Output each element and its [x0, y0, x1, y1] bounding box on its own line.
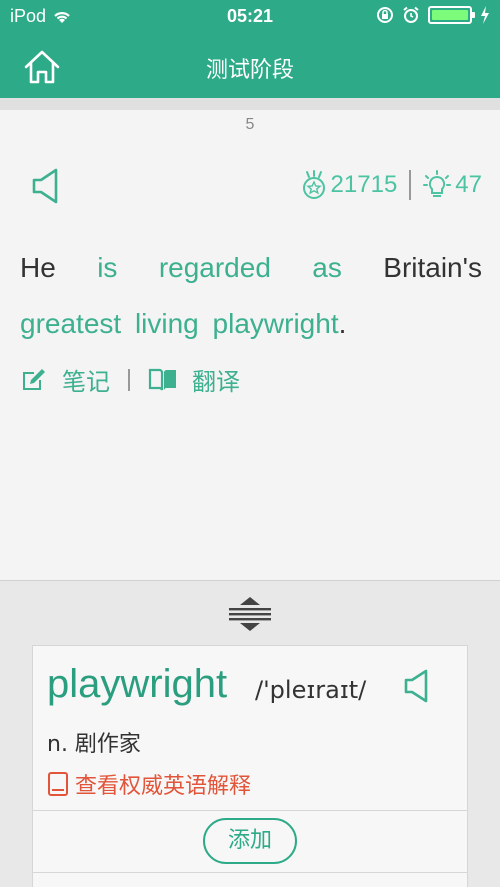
sentence-word[interactable]: as: [312, 240, 342, 296]
hint-stat: 47: [423, 170, 482, 200]
question-number: 5: [245, 116, 255, 133]
sentence-word[interactable]: regarded: [159, 240, 271, 296]
authority-link[interactable]: 查看权威英语解释: [47, 768, 251, 800]
rotation-lock-icon: [377, 7, 393, 23]
top-bar: iPod 05:21 测试阶段: [0, 0, 500, 98]
word-panel: playwright /'pleɪraɪt/ n. 剧作家 查看权威英语解释 添…: [0, 580, 500, 887]
sentence-actions: 笔记 翻译: [20, 362, 240, 397]
card-divider: [33, 810, 467, 811]
card-divider-bottom: [33, 872, 467, 873]
sentence-word[interactable]: is: [97, 240, 117, 296]
page-title: 测试阶段: [205, 58, 294, 83]
book-icon: [148, 368, 176, 390]
sentence-line-2: greatest living playwright .: [20, 296, 482, 352]
score-value: 21715: [330, 171, 398, 198]
actions-divider: [128, 368, 130, 391]
authority-link-label: 查看权威英语解释: [75, 774, 252, 799]
navigation-bar: 测试阶段: [0, 38, 500, 98]
charging-icon: [481, 6, 489, 24]
word-headword: playwright: [47, 662, 228, 706]
sentence-word[interactable]: Britain's: [383, 240, 482, 296]
status-indicators: [376, 6, 490, 24]
stats-bar: 21715 47: [301, 170, 482, 200]
lightbulb-icon: [423, 170, 452, 197]
sentence-punctuation: .: [338, 308, 347, 339]
word-phonetic: /'pleɪraɪt/: [255, 676, 367, 704]
sentence-word[interactable]: He: [20, 240, 56, 296]
header-shadow: [0, 98, 500, 110]
hint-value: 47: [455, 171, 482, 198]
status-bar: iPod 05:21: [0, 0, 500, 32]
sentence-line-1: He is regarded as Britain's: [20, 240, 482, 296]
alarm-icon: [403, 6, 419, 23]
medal-icon: [302, 170, 325, 199]
score-stat: 21715: [301, 170, 398, 200]
battery-icon: [428, 6, 475, 24]
dictionary-book-icon: [48, 772, 68, 796]
notes-label: 笔记: [62, 369, 110, 396]
add-word-button[interactable]: 添加: [203, 818, 297, 864]
stats-divider: [409, 170, 412, 200]
word-speaker-icon[interactable]: [403, 668, 433, 704]
drag-handle-icon[interactable]: [227, 595, 273, 633]
translate-label: 翻译: [192, 369, 240, 396]
test-sentence: He is regarded as Britain's greatest liv…: [20, 240, 482, 352]
edit-note-icon: [23, 368, 45, 390]
notes-button[interactable]: 笔记: [20, 362, 110, 397]
word-card: playwright /'pleɪraɪt/ n. 剧作家 查看权威英语解释 添…: [32, 645, 468, 887]
translate-button[interactable]: 翻译: [148, 362, 240, 397]
word-definition: n. 剧作家: [47, 732, 141, 757]
speaker-icon[interactable]: [30, 166, 64, 206]
sentence-phrase[interactable]: greatest living playwright: [20, 296, 339, 352]
